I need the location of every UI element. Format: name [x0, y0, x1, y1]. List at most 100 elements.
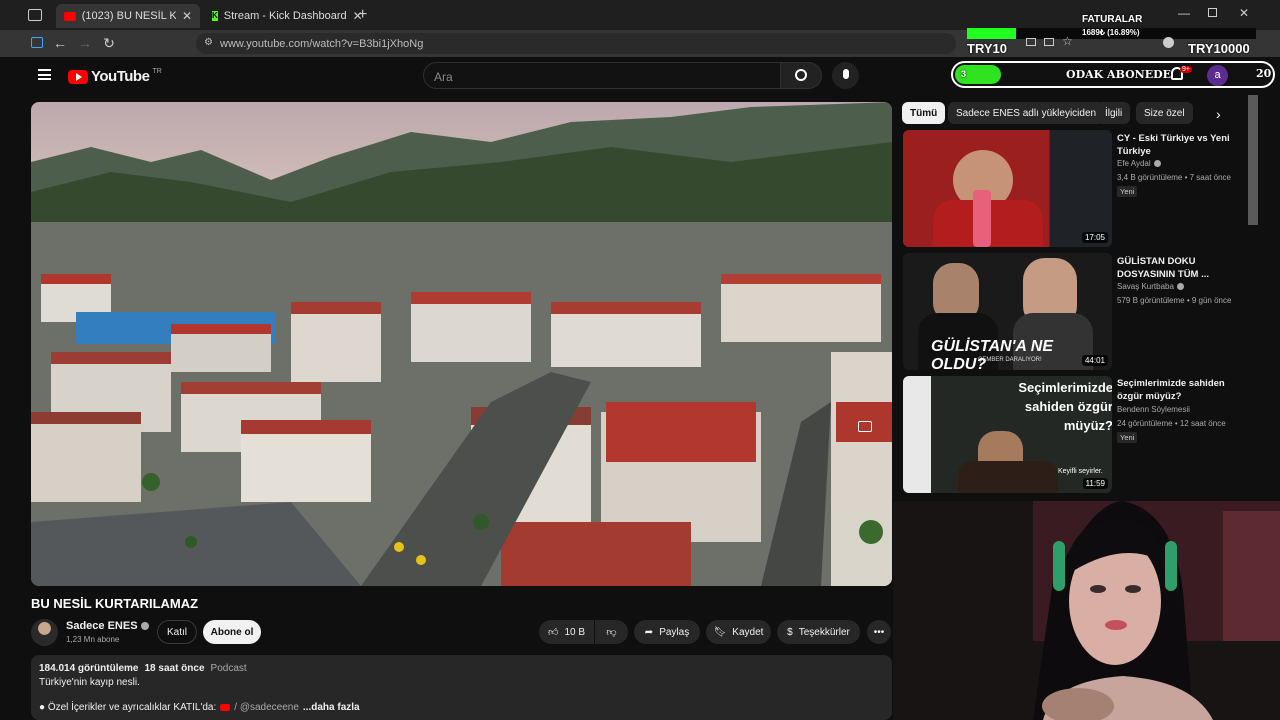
avatar[interactable]: a: [1207, 65, 1228, 86]
description-box[interactable]: 184.014 görüntüleme 18 saat önce Podcast…: [31, 655, 892, 720]
subscribe-button[interactable]: Abone ol: [203, 620, 261, 644]
close-tab-icon[interactable]: ✕: [182, 9, 192, 23]
bookmark-star-icon[interactable]: ☆: [1062, 34, 1073, 48]
thanks-label: Teşekkürler: [798, 626, 850, 638]
recommendation-thumbnail[interactable]: 17:05: [903, 130, 1112, 247]
tab-kick-label: Stream - Kick Dashboard: [223, 10, 347, 22]
recommendation-meta: 3,4 B görüntüleme • 7 saat önce: [1117, 173, 1231, 182]
video-duration: 17:05: [1081, 232, 1108, 243]
thumbnail-subline: ÇEMBER DARALIYOR!: [978, 357, 1042, 363]
thumbnail-subline: Keyifli seyirler.: [1058, 468, 1103, 475]
streamer-webcam-image: [893, 501, 1280, 720]
search-button[interactable]: [780, 62, 822, 89]
scrollbar[interactable]: [1248, 95, 1258, 225]
address-bar[interactable]: ⚙ www.youtube.com/watch?v=B3bi1jXhoNg: [196, 33, 956, 54]
recommendation-meta: 24 görüntüleme • 12 saat önce: [1117, 419, 1226, 428]
recommendation-meta: 579 B görüntüleme • 9 gün önce: [1117, 296, 1232, 305]
thumbs-down-icon: 👎︎: [606, 627, 617, 638]
description-line-1: Türkiye'nin kayıp nesli.: [39, 677, 140, 688]
reload-icon[interactable]: ↻: [100, 34, 118, 52]
notification-count-badge: 9+: [1180, 66, 1192, 73]
site-info-icon[interactable]: ⚙: [204, 37, 213, 48]
tab-kick[interactable]: K Stream - Kick Dashboard ✕: [204, 4, 363, 28]
forward-icon[interactable]: →: [76, 34, 94, 52]
chip-all[interactable]: Tümü: [902, 102, 946, 124]
share-label: Paylaş: [659, 626, 690, 638]
chip-related[interactable]: İlgili: [1097, 102, 1131, 124]
subscriber-goal-target: 20: [1256, 67, 1272, 80]
subscriber-goal-label: ODAK ABONEDE: [1066, 68, 1172, 81]
verified-icon: [140, 622, 149, 630]
more-actions-button[interactable]: •••: [867, 620, 891, 644]
share-icon: ➦: [644, 626, 654, 638]
profile-icon[interactable]: [1163, 37, 1174, 48]
verified-icon: [1153, 160, 1161, 167]
like-button[interactable]: 👍︎ 10 B: [539, 620, 594, 644]
youtube-logo[interactable]: YouTube TR: [68, 68, 162, 85]
recommendation-channel-name: Savaş Kurtbaba: [1117, 282, 1174, 291]
subscriber-goal-current: 3: [961, 69, 967, 79]
thumbnail-headline: Seçimlerimizde sahiden özgür müyüz?: [1018, 380, 1112, 433]
share-button[interactable]: ➦ Paylaş: [634, 620, 700, 644]
address-bar-url: www.youtube.com/watch?v=B3bi1jXhoNg: [220, 37, 424, 50]
save-label: Kaydet: [732, 626, 764, 638]
close-window-icon[interactable]: ✕: [1239, 6, 1249, 20]
chip-from-uploader[interactable]: Sadece ENES adlı yükleyiciden: [948, 102, 1105, 124]
screen: (1023) BU NESİL KURTARILA ✕ K Stream - K…: [0, 0, 1280, 720]
webcam-overlay: [893, 501, 1280, 720]
youtube-mini-icon: [220, 704, 231, 711]
like-count: 10 B: [564, 626, 586, 638]
donation-goal-min: TRY10: [967, 41, 1007, 56]
show-more-link[interactable]: ...daha fazla: [303, 702, 360, 713]
chevron-right-icon[interactable]: ›: [1216, 106, 1221, 122]
search-icon: [795, 69, 807, 81]
sidebar-toggle-icon[interactable]: [31, 37, 43, 48]
microphone-icon: [843, 69, 849, 79]
download-icon[interactable]: [1044, 38, 1054, 46]
more-icon: •••: [873, 626, 885, 638]
new-tab-icon[interactable]: +: [358, 6, 367, 24]
youtube-play-icon: [68, 69, 88, 84]
tab-overview-icon[interactable]: [28, 9, 42, 21]
thanks-button[interactable]: $ Teşekkürler: [777, 620, 860, 644]
cast-icon[interactable]: [1026, 38, 1036, 46]
save-button[interactable]: 🔖︎ Kaydet: [706, 620, 771, 644]
donation-goal-fill: [967, 28, 1016, 39]
channel-name-text: Sadece ENES: [66, 620, 138, 632]
dislike-button[interactable]: 👎︎: [595, 620, 628, 644]
video-duration: 44:01: [1081, 355, 1108, 366]
verified-icon: [1176, 283, 1184, 290]
recommendation-channel-name[interactable]: Bendenn Söylemesii: [1117, 405, 1190, 414]
upload-age: 18 saat önce: [144, 663, 205, 674]
category-tag[interactable]: Podcast: [211, 663, 247, 674]
thumbs-up-icon: 👍︎: [547, 627, 559, 638]
channel-name[interactable]: Sadece ENES: [66, 620, 149, 632]
donation-goal-progress: 1689₺ (16.89%): [1082, 28, 1140, 37]
recommendation-channel[interactable]: Savaş Kurtbaba: [1117, 282, 1184, 291]
new-badge: Yeni: [1117, 432, 1138, 443]
country-code: TR: [152, 68, 162, 75]
recommendation-title[interactable]: CY - Eski Türkiye vs Yeni Türkiye: [1117, 132, 1245, 158]
video-duration: 11:59: [1082, 478, 1108, 489]
recommendation-title[interactable]: Seçimlerimizde sahiden özgür müyüz?: [1117, 377, 1245, 403]
video-player[interactable]: [31, 102, 892, 586]
youtube-favicon-icon: [64, 11, 76, 21]
recommendation-channel[interactable]: Efe Aydal: [1117, 159, 1161, 168]
search-input[interactable]: Ara: [423, 62, 781, 89]
voice-search-button[interactable]: [832, 62, 859, 89]
join-button[interactable]: Katıl: [157, 620, 197, 644]
maximize-icon[interactable]: [1208, 8, 1217, 17]
video-title: BU NESİL KURTARILAMAZ: [31, 596, 199, 611]
tab-youtube[interactable]: (1023) BU NESİL KURTARILA ✕: [56, 4, 200, 28]
channel-avatar[interactable]: [31, 619, 58, 646]
recommendation-thumbnail[interactable]: Seçimlerimizde sahiden özgür müyüz? Keyi…: [903, 376, 1112, 493]
recommendation-thumbnail[interactable]: GÜLİSTAN'A NE OLDU? ÇEMBER DARALIYOR! 44…: [903, 253, 1112, 370]
view-count: 184.014 görüntüleme: [39, 663, 139, 674]
chip-for-you[interactable]: Size özel: [1136, 102, 1193, 124]
minimize-icon[interactable]: —: [1178, 6, 1190, 20]
recommendation-title[interactable]: GÜLİSTAN DOKU DOSYASININ TÜM ...: [1117, 255, 1245, 281]
back-icon[interactable]: ←: [51, 34, 69, 52]
miniplayer-icon[interactable]: [858, 421, 872, 432]
video-frame-town-aerial: [31, 102, 892, 586]
description-link[interactable]: / @sadeceene: [234, 702, 299, 713]
